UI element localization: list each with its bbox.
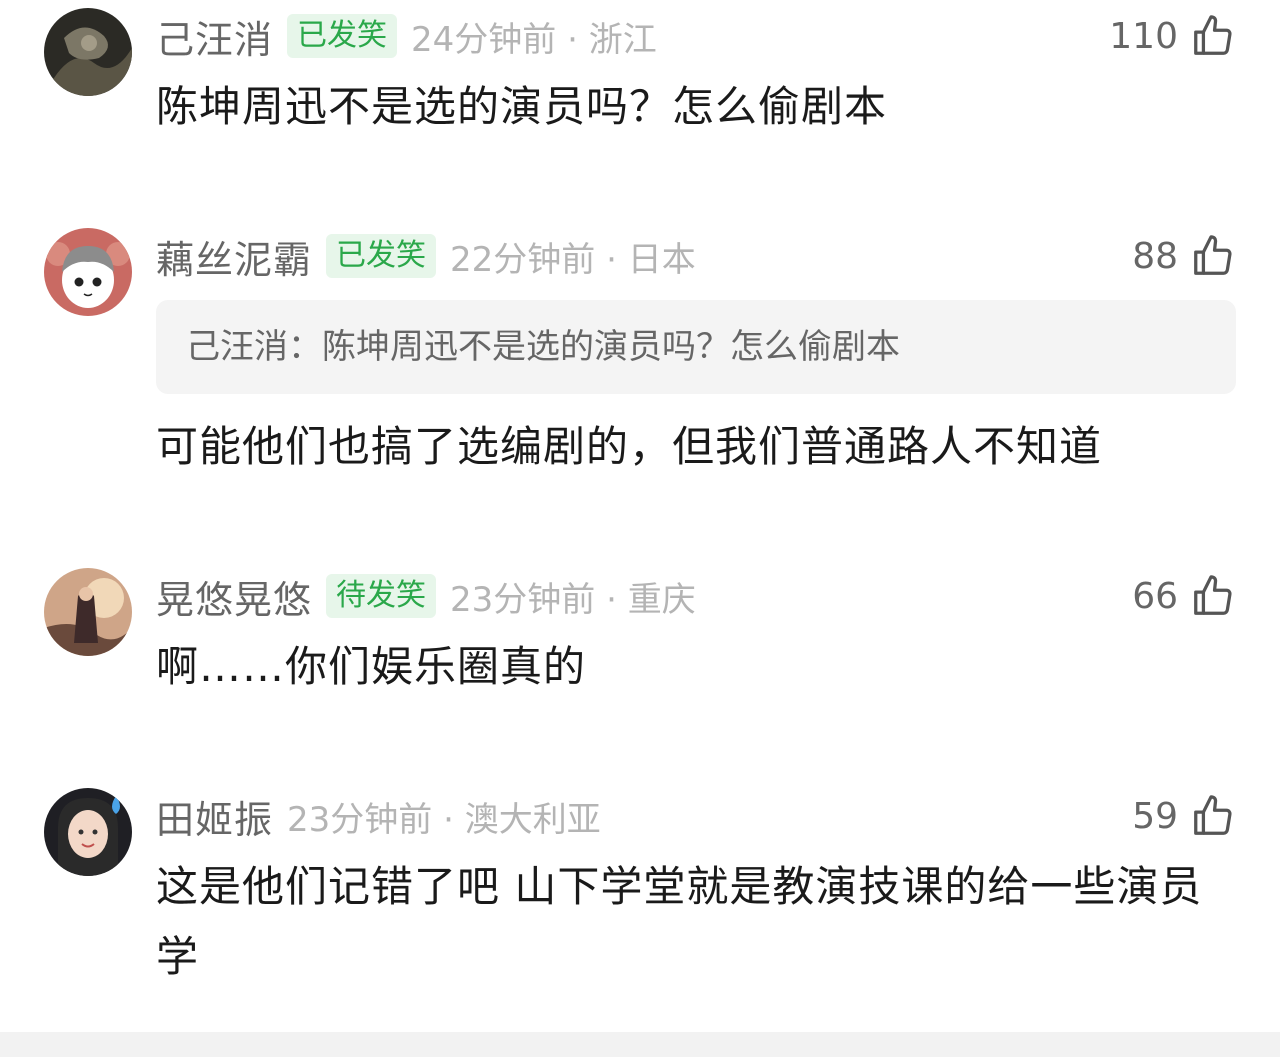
username[interactable]: 藕丝泥霸 <box>156 229 312 284</box>
comment-meta: 藕丝泥霸 已发笑 22分钟前 · 日本 <box>156 230 696 282</box>
comment-text: 陈坤周迅不是选的演员吗？怎么偷剧本 <box>156 82 888 131</box>
like-button[interactable]: 88 <box>1132 230 1236 282</box>
thumbs-up-icon <box>1194 575 1232 615</box>
like-button[interactable]: 66 <box>1132 570 1236 622</box>
like-button[interactable]: 59 <box>1132 790 1236 842</box>
time-location: 22分钟前 · 日本 <box>450 239 696 280</box>
status-badge: 已发笑 <box>326 234 437 278</box>
like-count: 66 <box>1132 575 1178 617</box>
comment-text: 可能他们也搞了选编剧的，但我们普通路人不知道 <box>156 422 1103 471</box>
avatar[interactable] <box>44 228 132 316</box>
like-count: 59 <box>1132 795 1178 837</box>
like-count: 88 <box>1132 235 1178 277</box>
username[interactable]: 田姬振 <box>156 789 273 844</box>
avatar[interactable] <box>44 8 132 96</box>
thumbs-up-icon <box>1194 795 1232 835</box>
username[interactable]: 晃悠晃悠 <box>156 569 312 624</box>
comment-text: 啊……你们娱乐圈真的 <box>156 642 587 691</box>
time-location: 24分钟前 · 浙江 <box>411 19 657 60</box>
comment-text: 这是他们记错了吧 山下学堂就是教演技课的给一些演员学 <box>156 862 1203 981</box>
time-location: 23分钟前 · 澳大利亚 <box>287 799 601 840</box>
avatar[interactable] <box>44 568 132 656</box>
comment-meta: 己汪消 已发笑 24分钟前 · 浙江 <box>156 10 657 62</box>
quoted-text: 己汪消：陈坤周迅不是选的演员吗？怎么偷剧本 <box>186 327 900 367</box>
status-badge: 已发笑 <box>287 14 398 58</box>
avatar[interactable] <box>44 788 132 876</box>
bottom-divider <box>0 1032 1280 1057</box>
like-count: 110 <box>1109 15 1178 57</box>
thumbs-up-icon <box>1194 15 1232 55</box>
username[interactable]: 己汪消 <box>156 9 273 64</box>
thumbs-up-icon <box>1194 235 1232 275</box>
comment-meta: 田姬振 23分钟前 · 澳大利亚 <box>156 790 601 842</box>
status-badge: 待发笑 <box>326 574 437 618</box>
quoted-reply[interactable]: 己汪消：陈坤周迅不是选的演员吗？怎么偷剧本 <box>156 300 1236 394</box>
like-button[interactable]: 110 <box>1109 10 1236 62</box>
comment-meta: 晃悠晃悠 待发笑 23分钟前 · 重庆 <box>156 570 696 622</box>
time-location: 23分钟前 · 重庆 <box>450 579 696 620</box>
